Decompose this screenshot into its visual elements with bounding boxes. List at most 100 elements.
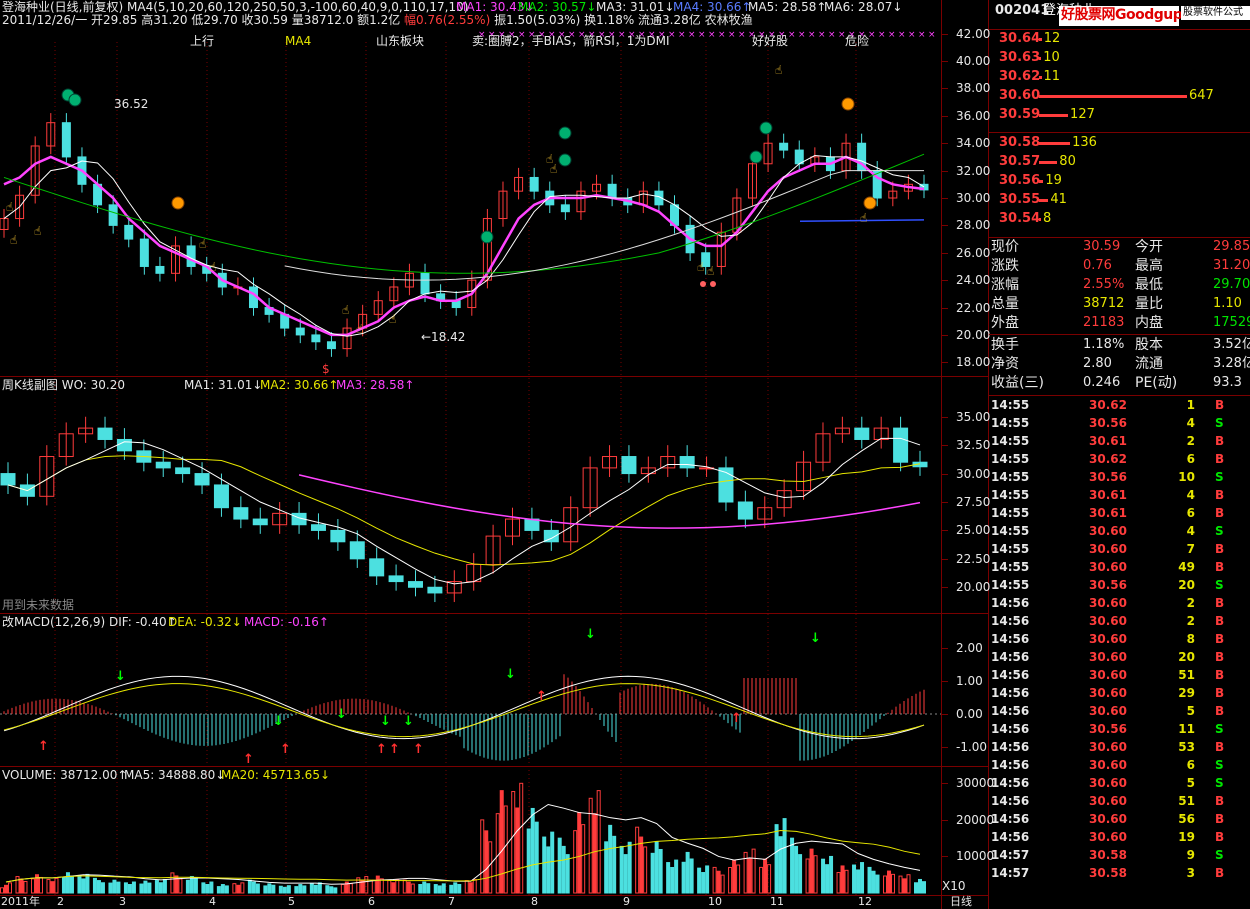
tick-price: 30.56: [1089, 578, 1127, 592]
stat-label-2: 股本: [1135, 337, 1163, 353]
weekly-body: [213, 484, 229, 509]
volume-bar: [387, 880, 392, 894]
main-axis-label: 22.00: [956, 300, 991, 315]
bid-volume: 19: [1045, 173, 1062, 188]
weekly-ma3: MA3: 28.58↑: [336, 378, 415, 392]
weekly-body: [893, 427, 909, 463]
candle-body: [186, 245, 196, 267]
weekly-body: [233, 507, 249, 520]
signal-circle-icon: [759, 121, 773, 135]
ask-price: 30.63: [999, 50, 1041, 65]
x-month-label: 6: [368, 895, 375, 908]
main-axis-label: 20.00: [956, 327, 991, 342]
ask-volume: 127: [1070, 107, 1095, 122]
hand-pointer-icon: ☝: [707, 264, 714, 278]
stat-label-1: 外盘: [991, 315, 1019, 331]
tick-list[interactable]: 14:55 30.62 1 B 14:55 30.56 4 S 14:55 30.61 2 B 14:5…: [989, 396, 1250, 909]
x-marker-icon: ×: [828, 30, 836, 40]
volume-bar: [898, 875, 903, 894]
weekly-body: [718, 467, 734, 503]
tick-price: 30.60: [1089, 668, 1127, 682]
tick-volume: 6: [1186, 506, 1195, 520]
candle-body: [529, 176, 539, 192]
volume-bar: [557, 837, 562, 894]
tick-price: 30.60: [1089, 542, 1127, 556]
tick-time: 14:56: [991, 722, 1030, 736]
down-arrow-icon: ↓: [336, 707, 347, 722]
stat-value-2: 17529: [1213, 315, 1250, 330]
weekly-ma2-line: [7, 455, 921, 566]
axis-tick: [942, 648, 948, 650]
volume-bar: [240, 882, 245, 894]
weekly-body: [97, 427, 113, 440]
tick-row: 14:57 30.58 9 S: [989, 848, 1250, 866]
x-marker-icon: ×: [868, 30, 876, 40]
volume-bar: [395, 878, 400, 894]
volume-bar: [464, 880, 469, 894]
stat-label-1: 总量: [991, 296, 1019, 312]
volume-bar: [875, 874, 880, 894]
stat-value-1: 0.246: [1083, 375, 1121, 390]
x-month-label: 4: [209, 895, 216, 908]
down-arrow-icon: ↓: [505, 667, 516, 682]
volume-bar: [530, 807, 535, 894]
weekly-body: [310, 524, 326, 531]
tick-direction: B: [1215, 794, 1225, 808]
volume-bar: [499, 790, 504, 894]
tick-volume: 56: [1178, 812, 1195, 826]
hand-pointer-icon: ☝: [697, 260, 704, 274]
volume-bar: [251, 881, 256, 894]
volume-bar: [736, 864, 741, 894]
volume-bar: [821, 858, 826, 894]
candle-body: [560, 204, 570, 213]
ma-long-line: [284, 170, 924, 281]
axis-tick: [942, 33, 948, 35]
bid-volume-bar: [1039, 180, 1044, 183]
x-axis: 2011年 日线 2 3 4 5 6 7 8 9 10 11 12: [0, 895, 989, 909]
volume-bar: [216, 886, 221, 894]
tick-row: 14:56 30.60 8 B: [989, 632, 1250, 650]
header-line-1: 登海种业(日线,前复权) MA4(5,10,20,60,120,250,50,3…: [2, 0, 468, 14]
tick-direction: S: [1215, 758, 1224, 772]
annot-danger: 危险: [845, 34, 870, 48]
stat-value-1: 2.55%: [1083, 277, 1125, 292]
stat-value-2: 3.52亿: [1213, 337, 1250, 352]
tick-price: 30.56: [1089, 470, 1127, 484]
main-axis-label: 24.00: [956, 273, 991, 288]
axis-tick: [942, 198, 948, 199]
volume-bar: [674, 859, 679, 894]
x-marker-icon: ×: [878, 30, 886, 40]
x-month-label: 2: [57, 895, 64, 908]
tick-price: 30.56: [1089, 722, 1127, 736]
macd-axis-label: 0.00: [956, 707, 983, 722]
candle-body: [420, 272, 430, 295]
ask-volume: 12: [1043, 31, 1061, 46]
ask-volume-bar: [1039, 76, 1042, 79]
volume-bar: [805, 858, 810, 894]
stat-label-2: 最低: [1135, 277, 1163, 293]
volume-bar: [577, 812, 582, 894]
volume-bar: [193, 878, 198, 894]
tick-price: 30.62: [1089, 398, 1127, 412]
hand-pointer-icon: ☝: [10, 233, 17, 247]
x-marker-icon: ×: [808, 30, 816, 40]
volume-bar: [503, 805, 508, 894]
x-marker-icon: ×: [708, 30, 716, 40]
chart-area[interactable]: ☝ ☝ ☝ ☝ ☝ ☝ ☝ ☝ ☝ ☝ ☝ ☝ ☝ ☝ × × × × × × × × × × × × × × × × × × × × × × × × × ×…: [0, 0, 994, 909]
tick-row: 14:55 30.62 1 B: [989, 398, 1250, 416]
main-axis-label: 38.00: [956, 81, 991, 96]
volume-bar: [116, 881, 121, 894]
ma2-value: MA2: 30.57↓: [518, 0, 597, 14]
stat-label-2: 最高: [1135, 258, 1163, 274]
tick-direction: B: [1215, 596, 1225, 610]
stat-label-2: 内盘: [1135, 315, 1163, 331]
main-axis-label: 40.00: [956, 54, 991, 69]
tick-row: 14:56 30.60 2 B: [989, 596, 1250, 614]
volume-bar: [449, 884, 454, 894]
tick-volume: 20: [1178, 650, 1195, 664]
dot-marker-icon: [710, 281, 716, 287]
ask-price: 30.60: [999, 88, 1041, 103]
tick-time: 14:55: [991, 434, 1030, 448]
tick-row: 14:56 30.60 51 B: [989, 794, 1250, 812]
signal-circle-icon: [480, 230, 494, 244]
